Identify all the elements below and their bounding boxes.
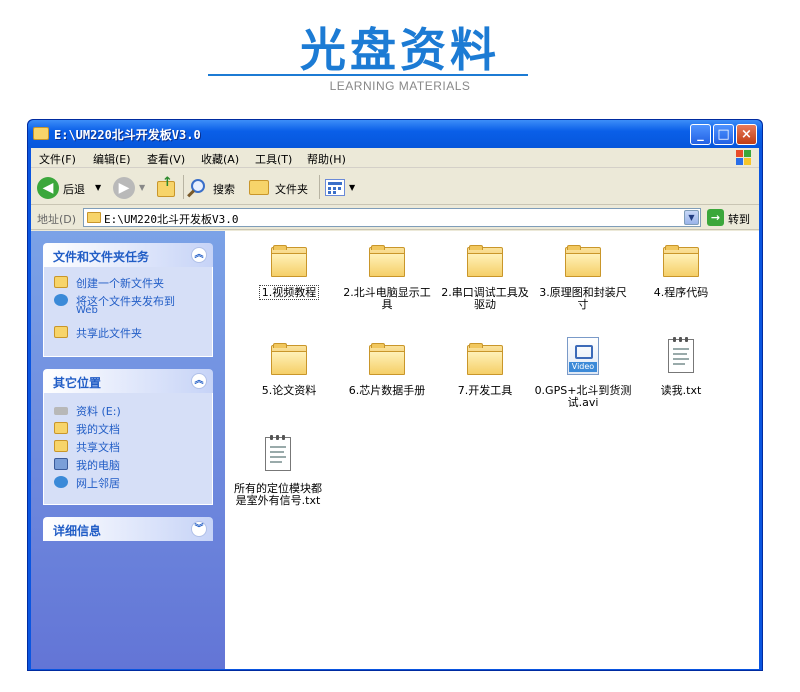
explorer-window: E:\UM220北斗开发板V3.0 _ □ × 文件(F) 编辑(E) 查看(V… (27, 119, 763, 671)
globe-icon (54, 294, 68, 306)
folder-icon (87, 212, 101, 223)
collapse-chevron-icon[interactable]: ︽ (191, 373, 207, 389)
windows-logo-icon (735, 149, 753, 166)
banner-divider (208, 74, 528, 76)
folder-icon (663, 245, 699, 277)
address-dropdown-icon[interactable]: ▼ (684, 210, 699, 225)
menu-tools[interactable]: 工具(T) (255, 151, 292, 167)
panel-title-places: 其它位置 (53, 376, 102, 390)
folder-icon (369, 245, 405, 277)
menu-file[interactable]: 文件(F) (39, 151, 76, 167)
forward-button[interactable]: ▶ ▼ (113, 177, 149, 199)
my-documents-icon (54, 422, 68, 434)
video-file-icon: Video (567, 337, 599, 375)
minimize-button[interactable]: _ (690, 124, 711, 145)
file-item-video[interactable]: Video 0.GPS+北斗到货测 试.avi (533, 337, 633, 417)
folder-icon (33, 127, 49, 140)
folder-icon (271, 245, 307, 277)
views-dropdown-icon[interactable]: ▼ (349, 183, 355, 192)
file-item-folder[interactable]: 2.北斗电脑显示工 具 (337, 245, 437, 315)
expand-chevron-icon[interactable]: ︾ (191, 521, 207, 537)
file-list: 1.视频教程 2.北斗电脑显示工 具 2.串口调试工具及 驱动 3.原理图和封装… (225, 231, 759, 669)
shared-documents-icon (54, 440, 68, 452)
go-label: 转到 (728, 213, 750, 226)
share-folder-icon (54, 326, 68, 338)
go-arrow-icon: → (707, 209, 724, 226)
new-folder-icon (54, 276, 68, 288)
back-arrow-icon: ◀ (37, 177, 59, 199)
file-item-folder[interactable]: 2.串口调试工具及 驱动 (435, 245, 535, 315)
folder-icon (467, 245, 503, 277)
toolbar-separator (183, 175, 184, 199)
folder-icon (271, 343, 307, 375)
panel-places: 资料 (E:) 我的文档 共享文档 我的电脑 网上邻居 (43, 393, 213, 505)
file-item-folder[interactable]: 1.视频教程 (239, 245, 339, 315)
views-icon (325, 179, 345, 196)
menu-view[interactable]: 查看(V) (147, 151, 185, 167)
panel-title-details: 详细信息 (53, 524, 102, 538)
panel-header-places[interactable]: 其它位置 ︽ (43, 369, 213, 393)
back-label: 后退 (63, 183, 85, 196)
text-file-icon (265, 435, 291, 471)
window-title: E:\UM220北斗开发板V3.0 (54, 128, 201, 142)
address-label: 地址(D) (37, 213, 77, 226)
folder-icon (369, 343, 405, 375)
address-input[interactable]: E:\UM220北斗开发板V3.0 ▼ (83, 208, 701, 227)
menu-edit[interactable]: 编辑(E) (93, 151, 131, 167)
address-value: E:\UM220北斗开发板V3.0 (104, 213, 239, 226)
file-item-folder[interactable]: 7.开发工具 (435, 343, 535, 413)
back-dropdown-icon[interactable]: ▼ (95, 183, 101, 192)
up-arrow-icon: ↑ (162, 175, 173, 190)
collapse-chevron-icon[interactable]: ︽ (191, 247, 207, 263)
folder-icon (565, 245, 601, 277)
maximize-button[interactable]: □ (713, 124, 734, 145)
toolbar: ◀ 后退 ▼ ▶ ▼ ↑ 搜索 文件夹 ▼ (31, 169, 759, 205)
panel-tasks: 创建一个新文件夹 将这个文件夹发布到 Web 共享此文件夹 (43, 267, 213, 357)
folders-button[interactable]: 文件夹 (249, 177, 315, 199)
folders-label: 文件夹 (275, 183, 308, 196)
my-computer-icon (54, 458, 68, 470)
banner-subtitle: LEARNING MATERIALS (329, 79, 471, 93)
search-label: 搜索 (213, 183, 235, 196)
folder-icon (467, 343, 503, 375)
title-bar[interactable]: E:\UM220北斗开发板V3.0 _ □ × (28, 120, 762, 148)
panel-title-tasks: 文件和文件夹任务 (53, 250, 150, 264)
close-button[interactable]: × (736, 124, 757, 145)
drive-icon (54, 407, 68, 415)
toolbar-separator (319, 175, 320, 199)
window-client: 文件(F) 编辑(E) 查看(V) 收藏(A) 工具(T) 帮助(H) ◀ 后退… (31, 148, 759, 669)
panel-header-tasks[interactable]: 文件和文件夹任务 ︽ (43, 243, 213, 267)
views-button[interactable]: ▼ (325, 177, 357, 199)
banner-title: 光盘资料 (300, 23, 500, 77)
task-pane: 文件和文件夹任务 ︽ 创建一个新文件夹 将这个文件夹发布到 Web 共享此文件夹 (31, 231, 225, 669)
menu-bar: 文件(F) 编辑(E) 查看(V) 收藏(A) 工具(T) 帮助(H) (31, 148, 759, 168)
file-item-folder[interactable]: 3.原理图和封装尺 寸 (533, 245, 633, 315)
forward-dropdown-icon[interactable]: ▼ (139, 183, 145, 192)
file-item-text[interactable]: 读我.txt (631, 337, 731, 409)
search-button[interactable]: 搜索 (187, 177, 245, 199)
folders-icon (249, 180, 269, 195)
back-button[interactable]: ◀ 后退 ▼ (37, 177, 107, 199)
menu-help[interactable]: 帮助(H) (307, 151, 346, 167)
up-folder-button[interactable]: ↑ (155, 175, 179, 199)
network-icon (54, 476, 68, 488)
text-file-icon (668, 337, 694, 373)
file-item-folder[interactable]: 6.芯片数据手册 (337, 343, 437, 413)
file-item-folder[interactable]: 5.论文资料 (239, 343, 339, 413)
menu-favorites[interactable]: 收藏(A) (201, 151, 239, 167)
panel-header-details[interactable]: 详细信息 ︾ (43, 517, 213, 541)
file-item-text[interactable]: 所有的定位模块都 是室外有信号.txt (225, 435, 337, 517)
address-bar: 地址(D) E:\UM220北斗开发板V3.0 ▼ → 转到 (31, 206, 759, 230)
file-item-folder[interactable]: 4.程序代码 (631, 245, 731, 315)
forward-arrow-icon: ▶ (113, 177, 135, 199)
